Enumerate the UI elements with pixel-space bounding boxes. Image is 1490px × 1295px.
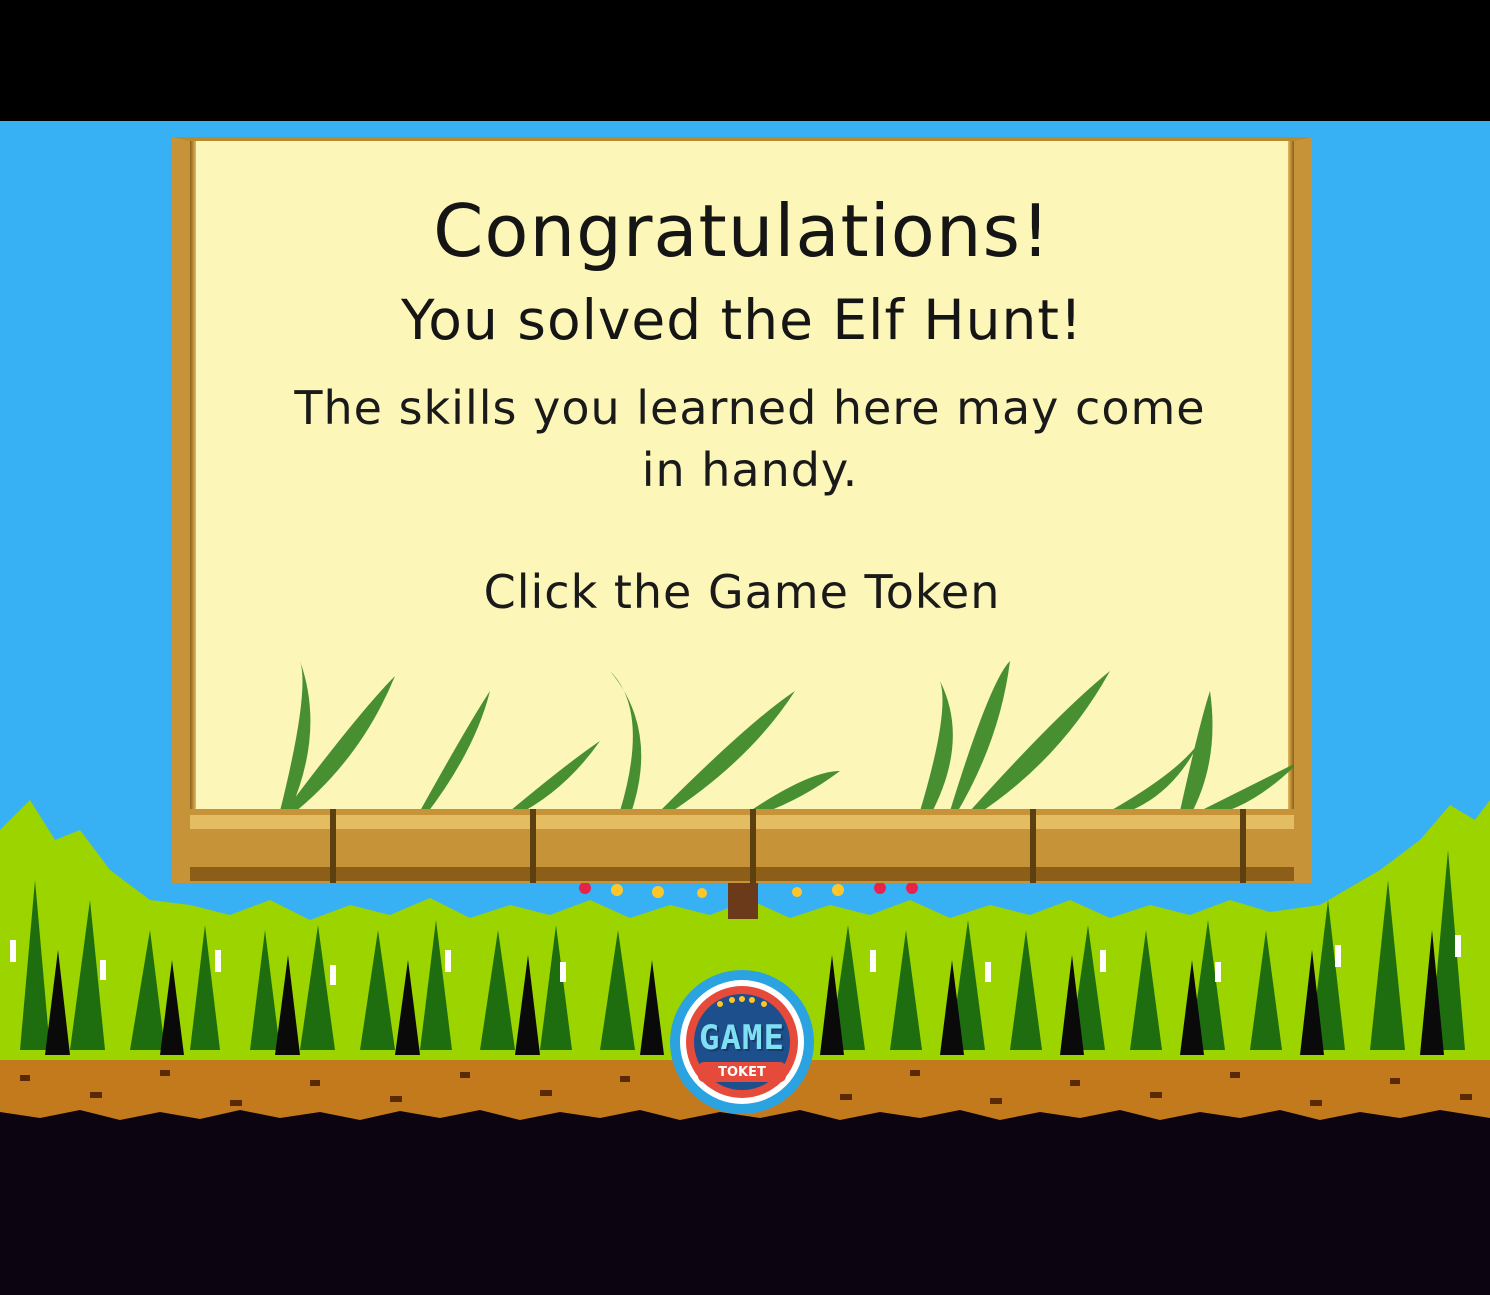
- congratulations-dialog: Congratulations! You solved the Elf Hunt…: [172, 137, 1312, 883]
- ground-dark: [0, 1125, 1490, 1295]
- dialog-title: Congratulations!: [433, 189, 1051, 273]
- flower-row: [579, 882, 918, 919]
- bamboo-leaves-decoration: [190, 661, 1294, 883]
- dialog-message: The skills you learned here may come in …: [294, 381, 1206, 497]
- dialog-subtitle: You solved the Elf Hunt!: [401, 288, 1083, 352]
- token-label: GAME: [699, 1018, 785, 1058]
- game-token-button[interactable]: GAME TOKET: [670, 970, 814, 1114]
- token-sublabel: TOKET: [718, 1065, 766, 1080]
- dialog-instruction: Click the Game Token: [483, 565, 1001, 619]
